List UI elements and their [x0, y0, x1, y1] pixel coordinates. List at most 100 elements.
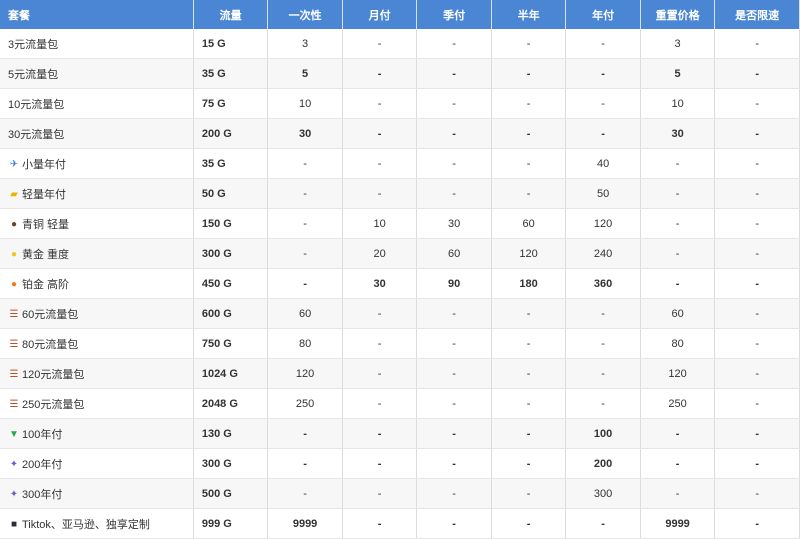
plan-name: 60元流量包 — [22, 308, 79, 321]
reset-price-cell: - — [640, 148, 716, 179]
table-row: ● 铂金 高阶 450 G -30 90 180 360- - — [0, 268, 800, 299]
plan-name: 3元流量包 — [8, 38, 59, 51]
plan-name: 铂金 高阶 — [22, 278, 70, 291]
ladder-icon: ☰ — [9, 369, 19, 381]
beginner-badge-icon: ▰ — [10, 189, 18, 201]
traffic-cell: 300 G — [193, 238, 269, 269]
plan-name-cell: 10元流量包 — [0, 88, 194, 119]
half-year-cell: 180 — [491, 268, 567, 299]
half-year-cell: - — [491, 478, 567, 509]
bronze-circle-icon: ● — [10, 219, 18, 231]
plan-name-cell: 30元流量包 — [0, 118, 194, 149]
monthly-cell: - — [342, 388, 418, 419]
yearly-cell: 300 — [565, 478, 641, 509]
half-year-cell: - — [491, 178, 567, 209]
one-time-cell: 10 — [267, 88, 343, 119]
yearly-cell: - — [565, 58, 641, 89]
speed-limit-cell: - — [714, 298, 800, 329]
plan-name-cell: ✈ 小量年付 — [0, 148, 194, 179]
reset-price-cell: 3 — [640, 29, 716, 59]
monthly-cell: - — [342, 358, 418, 389]
plan-name: 120元流量包 — [22, 368, 85, 381]
plan-name: 小量年付 — [22, 158, 66, 171]
yearly-cell: 40 — [565, 148, 641, 179]
half-year-cell: - — [491, 298, 567, 329]
table-row: ☰ 250元流量包 2048 G 250- - - -250- — [0, 388, 800, 419]
traffic-cell: 600 G — [193, 298, 269, 329]
table-row: ☰ 80元流量包 750 G 80- - - -80- — [0, 328, 800, 359]
half-year-cell: - — [491, 388, 567, 419]
monthly-cell: - — [342, 148, 418, 179]
header-traffic: 流量 — [193, 0, 269, 29]
plan-name: 青铜 轻量 — [22, 218, 70, 231]
monthly-cell: - — [342, 58, 418, 89]
party-popper-icon: ✦ — [9, 489, 19, 501]
reset-price-cell: - — [640, 448, 716, 479]
half-year-cell: - — [491, 148, 567, 179]
header-one-time: 一次性 — [267, 0, 343, 29]
table-row: ▼ 100年付 130 G - - - -100- - — [0, 418, 800, 449]
reset-price-cell: - — [640, 268, 716, 299]
plan-name: 30元流量包 — [8, 128, 65, 141]
plan-name: 轻量年付 — [22, 188, 66, 201]
yearly-cell: 360 — [565, 268, 641, 299]
traffic-cell: 35 G — [193, 148, 269, 179]
half-year-cell: - — [491, 58, 567, 89]
one-time-cell: - — [267, 208, 343, 239]
monthly-cell: - — [342, 448, 418, 479]
quarterly-cell: - — [416, 178, 492, 209]
reset-price-cell: 60 — [640, 298, 716, 329]
one-time-cell: 30 — [267, 118, 343, 149]
speed-limit-cell: - — [714, 388, 800, 419]
traffic-cell: 130 G — [193, 418, 269, 449]
plan-name-cell: ☰ 250元流量包 — [0, 388, 194, 419]
reset-price-cell: - — [640, 238, 716, 269]
yearly-cell: - — [565, 328, 641, 359]
header-plan: 套餐 — [0, 0, 194, 29]
one-time-cell: 9999 — [267, 508, 343, 539]
traffic-cell: 450 G — [193, 268, 269, 299]
pricing-table: 套餐 流量 一次性 月付 季付 半年 年付 重置价格 是否限速 3元流量包 15 … — [0, 0, 800, 539]
quarterly-cell: - — [416, 29, 492, 59]
yearly-cell: - — [565, 29, 641, 59]
reset-price-cell: 250 — [640, 388, 716, 419]
speed-limit-cell: - — [714, 508, 800, 539]
reset-price-cell: 10 — [640, 88, 716, 119]
plan-name-cell: ● 青铜 轻量 — [0, 208, 194, 239]
monthly-cell: 10 — [342, 208, 418, 239]
half-year-cell: - — [491, 508, 567, 539]
speed-limit-cell: - — [714, 238, 800, 269]
plan-name: 200年付 — [22, 458, 63, 471]
monthly-cell: - — [342, 88, 418, 119]
speed-limit-cell: - — [714, 148, 800, 179]
plan-name-cell: ☰ 80元流量包 — [0, 328, 194, 359]
traffic-cell: 35 G — [193, 58, 269, 89]
quarterly-cell: - — [416, 118, 492, 149]
quarterly-cell: - — [416, 478, 492, 509]
half-year-cell: - — [491, 118, 567, 149]
speed-limit-cell: - — [714, 268, 800, 299]
table-row: ✈ 小量年付 35 G - - - -40- - — [0, 148, 800, 179]
plan-name: Tiktok、亚马逊、独享定制 — [22, 518, 150, 531]
yearly-cell: 50 — [565, 178, 641, 209]
one-time-cell: 5 — [267, 58, 343, 89]
half-year-cell: - — [491, 328, 567, 359]
plan-name-cell: 5元流量包 — [0, 58, 194, 89]
one-time-cell: - — [267, 448, 343, 479]
plan-name: 5元流量包 — [8, 68, 59, 81]
table-body: 3元流量包 15 G 3- - - -3-5元流量包 35 G 5- - - -5-10元流量包 75… — [0, 29, 800, 539]
one-time-cell: - — [267, 418, 343, 449]
plan-name-cell: 3元流量包 — [0, 29, 194, 59]
one-time-cell: - — [267, 148, 343, 179]
traffic-cell: 15 G — [193, 29, 269, 59]
reset-price-cell: 120 — [640, 358, 716, 389]
reset-price-cell: - — [640, 208, 716, 239]
ladder-icon: ☰ — [9, 309, 19, 321]
plan-name: 100年付 — [22, 428, 63, 441]
plan-name: 300年付 — [22, 488, 63, 501]
quarterly-cell: - — [416, 298, 492, 329]
monthly-cell: 30 — [342, 268, 418, 299]
gold-circle-icon: ● — [10, 249, 18, 261]
yearly-cell: 120 — [565, 208, 641, 239]
yearly-cell: - — [565, 508, 641, 539]
